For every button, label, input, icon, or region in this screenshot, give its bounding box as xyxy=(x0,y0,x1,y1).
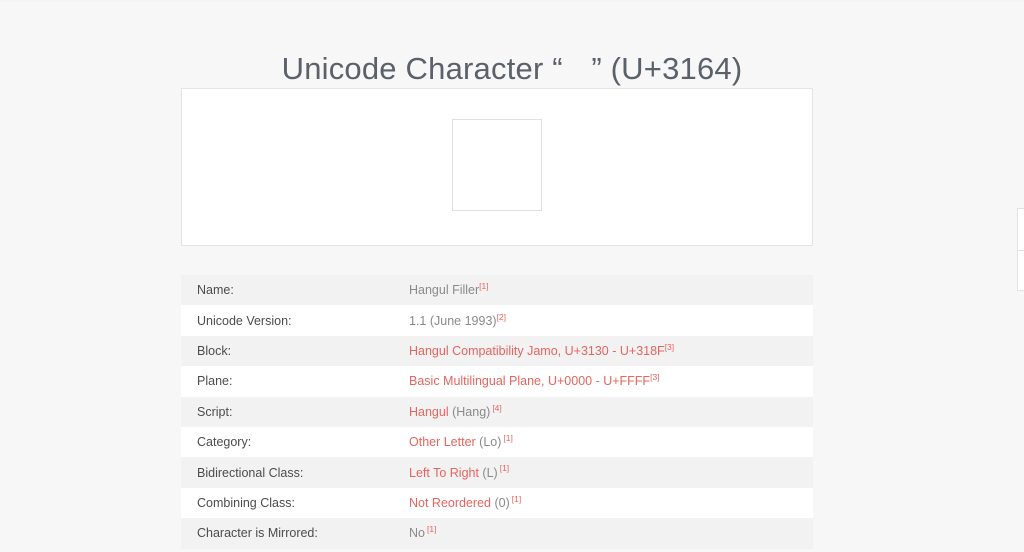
property-label: Category: xyxy=(197,435,252,450)
table-row: Category: Other Letter (Lo) [1] xyxy=(181,426,813,458)
property-value: Hangul Compatibility Jamo, U+3130 - U+31… xyxy=(409,336,813,366)
property-value-link[interactable]: Hangul Compatibility Jamo, U+3130 - U+31… xyxy=(409,344,665,358)
property-label: Bidirectional Class: xyxy=(197,465,304,480)
property-value-link[interactable]: Other Letter xyxy=(409,435,476,449)
property-label: Plane: xyxy=(197,374,233,389)
property-value-text: 1.1 (June 1993) xyxy=(409,313,497,328)
property-value-text: (L) xyxy=(478,465,498,480)
footnote-reference[interactable]: [1] xyxy=(479,281,488,291)
property-value: Left To Right (L) [1] xyxy=(409,457,813,487)
clipped-side-panel[interactable] xyxy=(1017,208,1024,291)
character-properties-table: Name: Hangul Filler[1] Unicode Version: 1.1… xyxy=(181,275,813,549)
property-value: Basic Multilingual Plane, U+0000 - U+FFF… xyxy=(409,366,813,396)
property-value: Not Reordered (0) [1] xyxy=(409,488,813,518)
property-value-text: (Hang) xyxy=(448,404,491,419)
page-title: Unicode Character “ㅤ” (U+3164) xyxy=(281,50,743,86)
properties-table-body: Name: Hangul Filler[1] Unicode Version: 1.1… xyxy=(181,275,813,549)
property-value: 1.1 (June 1993)[2] xyxy=(409,305,813,335)
table-row: Block: Hangul Compatibility Jamo, U+3130 … xyxy=(181,335,813,367)
property-label: Script: xyxy=(197,404,233,419)
property-value-text: Hangul Filler xyxy=(409,283,480,298)
property-label: Block: xyxy=(197,343,232,358)
footnote-reference[interactable]: [1] xyxy=(503,433,512,443)
property-value-link[interactable]: Not Reordered xyxy=(409,496,491,510)
footnote-reference[interactable]: [3] xyxy=(665,342,674,352)
table-row: Unicode Version: 1.1 (June 1993)[2] xyxy=(181,305,813,336)
property-value: Other Letter (Lo) [1] xyxy=(409,427,813,457)
page-root: Unicode Character “ㅤ” (U+3164) ㅤ Name: Ha… xyxy=(0,0,1024,552)
footnote-reference[interactable]: [3] xyxy=(650,372,659,382)
character-glyph-box: ㅤ xyxy=(452,119,542,211)
property-label: Combining Class: xyxy=(197,495,295,510)
footnote-reference[interactable]: [1] xyxy=(427,524,436,534)
property-value: Hangul Filler[1] xyxy=(409,275,813,305)
property-value-text: (Lo) xyxy=(475,435,502,450)
footnote-reference[interactable]: [4] xyxy=(492,403,501,413)
property-value-text: No xyxy=(409,526,425,541)
property-label: Name: xyxy=(197,283,234,298)
property-value-text: (0) xyxy=(491,495,510,510)
table-row: Plane: Basic Multilingual Plane, U+0000 -… xyxy=(181,366,813,397)
property-label: Character is Mirrored: xyxy=(197,526,318,541)
property-value: Hangul (Hang) [4] xyxy=(409,397,813,427)
table-row: Name: Hangul Filler[1] xyxy=(181,275,813,306)
table-row: Combining Class: Not Reordered (0) [1] xyxy=(181,487,813,519)
property-value: No [1] xyxy=(409,518,813,548)
character-preview-card: ㅤ xyxy=(181,88,813,246)
property-value-link[interactable]: Basic Multilingual Plane, U+0000 - U+FFF… xyxy=(409,374,650,388)
table-row: Script: Hangul (Hang) [4] xyxy=(181,396,813,427)
footnote-reference[interactable]: [1] xyxy=(500,463,509,473)
table-row: Bidirectional Class: Left To Right (L) [1] xyxy=(181,457,813,488)
table-row: Character is Mirrored: No [1] xyxy=(181,518,813,549)
side-panel-divider xyxy=(1018,250,1024,251)
property-label: Unicode Version: xyxy=(197,313,292,328)
footnote-reference[interactable]: [2] xyxy=(497,311,506,321)
property-value-link[interactable]: Left To Right xyxy=(409,466,479,480)
footnote-reference[interactable]: [1] xyxy=(512,494,521,504)
property-value-link[interactable]: Hangul xyxy=(409,405,449,419)
page-top-edge xyxy=(0,0,1024,3)
